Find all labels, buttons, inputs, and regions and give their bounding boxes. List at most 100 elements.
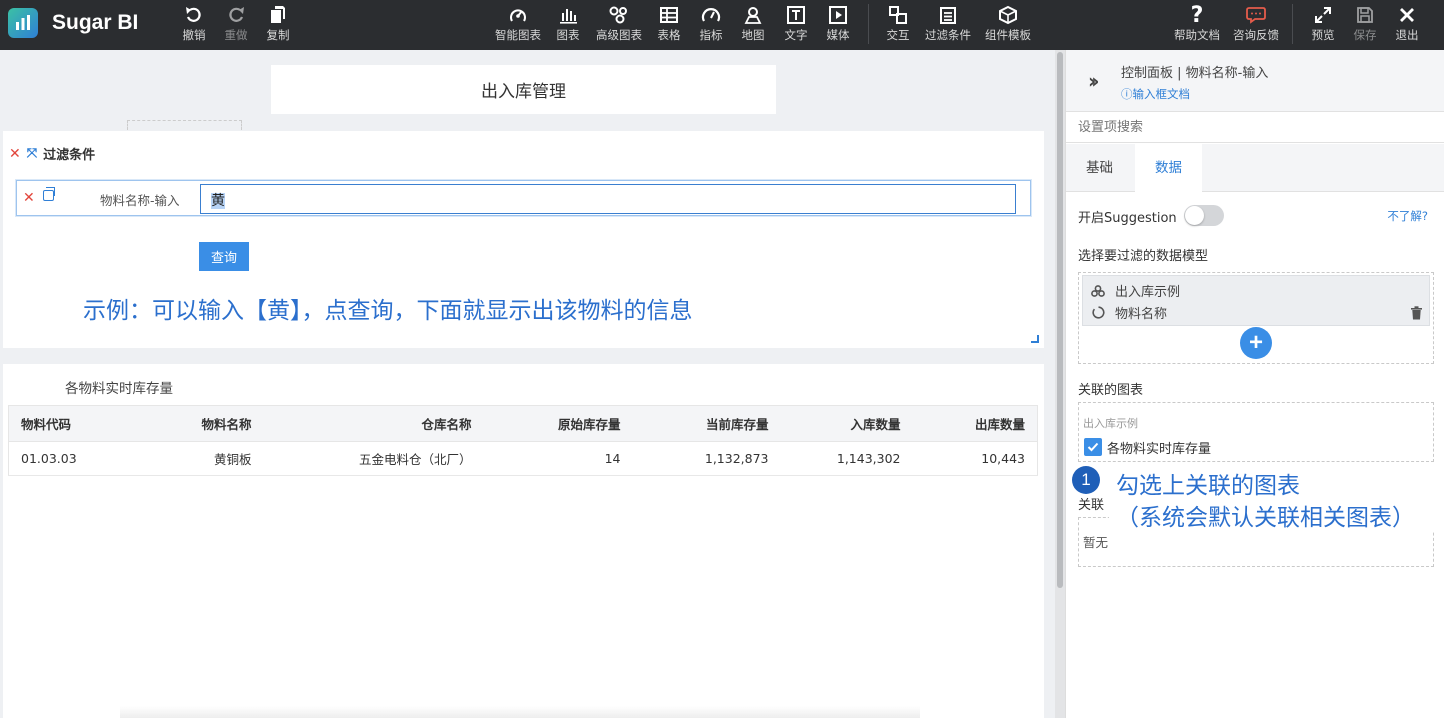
undo-icon (184, 2, 204, 28)
interaction-button[interactable]: 交互 (885, 2, 911, 48)
assoc-empty-text: 暂无 (1083, 535, 1109, 550)
help-link[interactable]: 不了解? (1387, 208, 1428, 224)
filter-icon (938, 2, 958, 28)
tab-basic[interactable]: 基础 (1066, 144, 1133, 192)
data-model-item[interactable]: 出入库示例 物料名称 (1082, 275, 1430, 326)
inventory-table-component[interactable]: 各物料实时库存量 物料代码 物料名称 仓库名称 原始库存量 当前库存量 入库数量… (3, 364, 1044, 718)
table-cell: 10,443 (912, 441, 1038, 476)
filter-title: 过滤条件 (43, 148, 96, 163)
dataset-icon (1091, 284, 1105, 297)
input-doc-link[interactable]: ⓘ输入框文档 (1121, 86, 1190, 102)
add-model-button[interactable]: + (1240, 327, 1272, 359)
suggestion-toggle[interactable] (1184, 205, 1224, 226)
text-icon (786, 2, 806, 28)
help-doc-button[interactable]: ? 帮助文档 (1172, 2, 1222, 48)
control-panel: ›› 控制面板 | 物料名称-输入 ⓘ输入框文档 基础 数据 开启Suggest… (1065, 50, 1444, 718)
filter-component[interactable]: ✕ ⤧ 过滤条件 ✕ 物料名称-输入 黄 查询 示例：可以输入【黄】，点查询，下… (3, 131, 1044, 348)
linked-section-label: 关联的图表 (1078, 383, 1144, 398)
model-section-label: 选择要过滤的数据模型 (1078, 249, 1209, 264)
scrollbar-thumb[interactable] (1057, 52, 1063, 588)
top-toolbar: Sugar BI 撤销 重做 复制 智能图表 图表 高级图表 表格 指标 地图 … (0, 0, 1444, 50)
inventory-table: 物料代码 物料名称 仓库名称 原始库存量 当前库存量 入库数量 出库数量 01.… (8, 405, 1038, 476)
field-circle-icon (1091, 306, 1105, 319)
drop-placeholder (127, 120, 242, 130)
sugar-bi-logo-icon (8, 8, 38, 38)
linked-chart-checkbox[interactable] (1084, 438, 1102, 456)
template-icon (998, 2, 1018, 28)
question-circle-icon: ⓘ (1121, 87, 1133, 101)
exit-button[interactable]: 退出 (1394, 2, 1420, 48)
table-cell: 1,143,302 (780, 441, 913, 476)
map-pin-icon (743, 2, 763, 28)
delete-row-icon[interactable]: ✕ (23, 190, 35, 206)
column-header[interactable]: 物料代码 (8, 405, 134, 442)
column-header[interactable]: 物料名称 (133, 405, 264, 442)
delete-component-icon[interactable]: ✕ (9, 146, 21, 162)
brand: Sugar BI (8, 8, 138, 38)
advanced-chart-icon (608, 2, 630, 28)
settings-search-input[interactable] (1066, 113, 1444, 143)
table-title: 各物料实时库存量 (65, 381, 173, 397)
copy-button[interactable]: 复制 (265, 2, 291, 48)
dashboard-canvas: 出入库管理 ✕ ⤧ 过滤条件 ✕ 物料名称-输入 黄 查询 示例：可以输入【黄】… (0, 50, 1055, 718)
table-cell: 黄铜板 (133, 441, 264, 476)
table-cell: 五金电料仓（北厂） (263, 441, 484, 476)
column-header[interactable]: 原始库存量 (483, 405, 633, 442)
filter-input-row[interactable]: ✕ 物料名称-输入 黄 (16, 180, 1031, 216)
redo-icon (226, 2, 246, 28)
gauge-icon (701, 2, 721, 28)
copy-icon (269, 2, 287, 28)
media-icon (828, 2, 848, 28)
indicator-button[interactable]: 指标 (698, 2, 724, 48)
component-template-button[interactable]: 组件模板 (983, 2, 1033, 48)
feedback-icon (1246, 2, 1266, 28)
help-icon: ? (1190, 2, 1204, 28)
resize-handle[interactable] (1031, 335, 1039, 343)
filter-row-label: 物料名称-输入 (100, 193, 180, 208)
filter-button[interactable]: 过滤条件 (922, 2, 974, 48)
assoc-section-label: 关联 (1078, 498, 1105, 513)
column-header[interactable]: 当前库存量 (632, 405, 781, 442)
canvas-scrollbar[interactable] (1055, 50, 1065, 718)
interaction-icon (888, 2, 908, 28)
table-cell: 01.03.03 (8, 441, 134, 476)
map-button[interactable]: 地图 (740, 2, 766, 48)
table-header-row: 物料代码 物料名称 仓库名称 原始库存量 当前库存量 入库数量 出库数量 (8, 405, 1038, 442)
trash-icon[interactable] (1410, 305, 1423, 324)
column-header[interactable]: 仓库名称 (263, 405, 484, 442)
collapse-panel-icon[interactable]: ›› (1088, 69, 1100, 93)
duplicate-row-icon[interactable] (43, 187, 55, 201)
move-component-icon[interactable]: ⤧ (27, 146, 37, 161)
linked-chart-label[interactable]: 各物料实时库存量 (1107, 438, 1211, 457)
table-icon (659, 2, 679, 28)
linked-group-label: 出入库示例 (1083, 417, 1138, 430)
table-button[interactable]: 表格 (656, 2, 682, 48)
text-button[interactable]: 文字 (783, 2, 809, 48)
query-button[interactable]: 查询 (199, 242, 249, 271)
step-number-badge: 1 (1072, 466, 1100, 494)
tab-data[interactable]: 数据 (1135, 144, 1202, 193)
preview-button[interactable]: 预览 (1310, 2, 1336, 48)
close-icon (1399, 2, 1415, 28)
page-title[interactable]: 出入库管理 (271, 65, 776, 114)
column-header[interactable]: 入库数量 (780, 405, 913, 442)
canvas-shadow (120, 706, 920, 718)
column-header[interactable]: 出库数量 (912, 405, 1038, 442)
table-cell: 1,132,873 (632, 441, 781, 476)
redo-button[interactable]: 重做 (223, 2, 249, 48)
toolbar-divider (1292, 4, 1293, 44)
smart-chart-button[interactable]: 智能图表 (493, 2, 543, 48)
app-name: Sugar BI (52, 11, 139, 34)
media-button[interactable]: 媒体 (825, 2, 851, 48)
save-button[interactable]: 保存 (1352, 2, 1378, 48)
advanced-chart-button[interactable]: 高级图表 (594, 2, 644, 48)
feedback-button[interactable]: 咨询反馈 (1231, 2, 1281, 48)
expand-icon (1314, 2, 1332, 28)
bar-chart-icon (558, 2, 578, 28)
material-name-input[interactable]: 黄 (200, 184, 1016, 214)
panel-tabs: 基础 数据 (1066, 144, 1444, 193)
undo-button[interactable]: 撤销 (181, 2, 207, 48)
chart-button[interactable]: 图表 (555, 2, 581, 48)
save-icon (1356, 2, 1374, 28)
data-model-box: 出入库示例 物料名称 + (1078, 272, 1434, 364)
